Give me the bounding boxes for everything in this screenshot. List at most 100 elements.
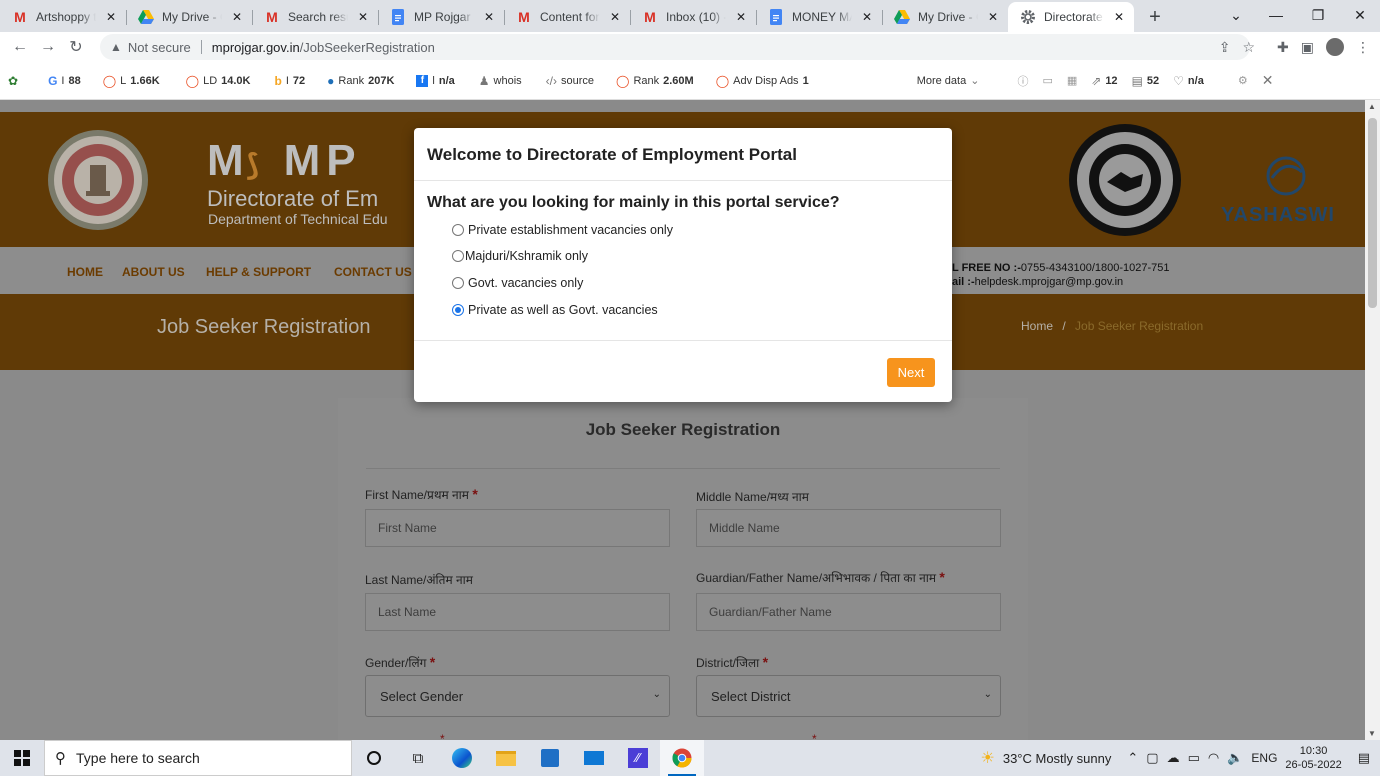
- pen-app-icon[interactable]: ⁄⁄: [616, 740, 660, 776]
- ex-item-external-links[interactable]: ⇗ 12: [1091, 74, 1117, 88]
- middle-name-input[interactable]: Middle Name: [696, 509, 1001, 547]
- scroll-down-arrow-icon[interactable]: ▼: [1368, 729, 1376, 738]
- more-data-dropdown[interactable]: More data ⌄: [917, 74, 980, 88]
- close-icon[interactable]: ✕: [1112, 10, 1126, 24]
- ex-item-google-index[interactable]: G I 88: [48, 74, 81, 88]
- browser-tab-0[interactable]: M Artshoppy top ✕: [0, 2, 126, 32]
- nav-about-us[interactable]: ABOUT US: [122, 265, 185, 279]
- browser-tab-4[interactable]: M Content for H ✕: [504, 2, 630, 32]
- forward-arrow-icon[interactable]: →: [34, 33, 62, 61]
- radio-button-selected[interactable]: [452, 304, 464, 316]
- seo-extension-logo-icon[interactable]: ✿: [8, 74, 18, 88]
- browser-tab-5[interactable]: M Inbox (10) - cc ✕: [630, 2, 756, 32]
- mail-icon[interactable]: [572, 740, 616, 776]
- battery-icon[interactable]: ▭: [1188, 750, 1200, 766]
- close-icon[interactable]: ✕: [734, 10, 748, 24]
- notification-center-icon[interactable]: ▤: [1358, 750, 1370, 766]
- ex-item-facebook[interactable]: f l n/a: [416, 74, 455, 87]
- task-view-icon[interactable]: ⧉: [396, 740, 440, 776]
- browser-tab-1[interactable]: My Drive - Go ✕: [126, 2, 252, 32]
- ex-item-source[interactable]: ‹/› source: [546, 74, 594, 88]
- helpdesk-email[interactable]: helpdesk.mprojgar@mp.gov.in: [975, 276, 1124, 288]
- option-private-only[interactable]: Private establishment vacancies only: [452, 223, 673, 237]
- close-icon[interactable]: ✕: [860, 10, 874, 24]
- browser-tab-7[interactable]: My Drive - Go ✕: [882, 2, 1008, 32]
- tab-search-chevron-icon[interactable]: ⌄: [1216, 0, 1256, 30]
- taskbar-search-input[interactable]: ⚲ Type here to search: [44, 740, 352, 776]
- window-close-icon[interactable]: ✕: [1340, 0, 1380, 30]
- close-icon[interactable]: ✕: [356, 10, 370, 24]
- ex-label: l: [432, 74, 435, 87]
- weather-text[interactable]: 33°C Mostly sunny: [1003, 751, 1112, 766]
- ex-item-whois[interactable]: ♟ whois: [479, 74, 522, 88]
- security-label[interactable]: Not secure: [128, 40, 191, 55]
- guardian-name-input[interactable]: Guardian/Father Name: [696, 593, 1001, 631]
- info-icon[interactable]: ⓘ: [1017, 73, 1028, 89]
- profile-avatar-icon[interactable]: [1326, 38, 1344, 56]
- browser-tab-6[interactable]: MONEY MATT ✕: [756, 2, 882, 32]
- url-input[interactable]: ▲ Not secure mprojgar.gov.in/JobSeekerRe…: [100, 34, 1250, 60]
- side-panel-icon[interactable]: ▣: [1301, 39, 1314, 56]
- browser-tab-2[interactable]: M Search results ✕: [252, 2, 378, 32]
- close-toolbar-icon[interactable]: ✕: [1262, 72, 1274, 89]
- close-icon[interactable]: ✕: [608, 10, 622, 24]
- volume-icon[interactable]: 🔈: [1227, 750, 1243, 766]
- onedrive-cloud-icon[interactable]: ☁: [1167, 750, 1180, 766]
- ex-item-semrush-rank[interactable]: ◯ Rank 2.60M: [616, 74, 694, 88]
- page-scrollbar[interactable]: ▲ ▼: [1365, 100, 1380, 740]
- browser-menu-icon[interactable]: ⋮: [1356, 39, 1370, 56]
- microsoft-store-icon[interactable]: [528, 740, 572, 776]
- scroll-up-arrow-icon[interactable]: ▲: [1368, 102, 1376, 111]
- reload-icon[interactable]: ↻: [62, 33, 90, 61]
- nav-home[interactable]: HOME: [67, 265, 103, 279]
- radio-button[interactable]: [452, 277, 464, 289]
- option-private-and-govt[interactable]: Private as well as Govt. vacancies: [452, 303, 658, 317]
- last-name-input[interactable]: Last Name: [365, 593, 670, 631]
- scrollbar-thumb[interactable]: [1368, 118, 1377, 308]
- radio-button[interactable]: [452, 250, 464, 262]
- density-icon[interactable]: ▦: [1067, 74, 1077, 87]
- close-icon[interactable]: ✕: [104, 10, 118, 24]
- input-language[interactable]: ENG: [1251, 751, 1277, 765]
- cortana-icon[interactable]: [352, 740, 396, 776]
- close-icon[interactable]: ✕: [986, 10, 1000, 24]
- nav-help-support[interactable]: HELP & SUPPORT: [206, 265, 311, 279]
- clock[interactable]: 10:30 26-05-2022: [1285, 744, 1341, 772]
- ex-item-adv-disp-ads[interactable]: ◯ Adv Disp Ads 1: [716, 74, 809, 88]
- first-name-input[interactable]: First Name: [365, 509, 670, 547]
- restore-icon[interactable]: ❐: [1298, 0, 1338, 30]
- nav-contact-us[interactable]: CONTACT US: [334, 265, 412, 279]
- browser-tab-8[interactable]: Directorate of ✕: [1008, 2, 1134, 32]
- gender-select[interactable]: Select Gender ⌄: [365, 675, 670, 717]
- monitor-icon[interactable]: ▭: [1042, 74, 1052, 87]
- close-icon[interactable]: ✕: [230, 10, 244, 24]
- file-explorer-icon[interactable]: [484, 740, 528, 776]
- breadcrumb-home[interactable]: Home: [1021, 319, 1053, 333]
- ex-item-rating[interactable]: ♡ n/a: [1173, 74, 1204, 88]
- back-arrow-icon[interactable]: ←: [6, 33, 34, 61]
- option-majduri-kshramik[interactable]: Majduri/Kshramik only: [452, 249, 588, 263]
- show-hidden-icons-chevron-icon[interactable]: ⌃: [1127, 750, 1138, 766]
- ex-item-pages[interactable]: ▤ 52: [1132, 74, 1160, 88]
- edge-browser-icon[interactable]: [440, 740, 484, 776]
- district-select[interactable]: Select District ⌄: [696, 675, 1001, 717]
- close-icon[interactable]: ✕: [482, 10, 496, 24]
- option-govt-only[interactable]: Govt. vacancies only: [452, 276, 583, 290]
- bookmark-star-icon[interactable]: ☆: [1242, 39, 1255, 56]
- new-tab-button[interactable]: +: [1140, 2, 1170, 32]
- extensions-puzzle-icon[interactable]: ✚: [1277, 39, 1289, 56]
- share-icon[interactable]: ⇪: [1219, 39, 1231, 56]
- chrome-browser-icon[interactable]: [660, 740, 704, 776]
- ex-item-alexa-rank[interactable]: ● Rank 207K: [327, 74, 394, 88]
- browser-tab-3[interactable]: MP Rojgar Par ✕: [378, 2, 504, 32]
- next-button[interactable]: Next: [887, 358, 935, 387]
- ex-item-linking-domains[interactable]: ◯ LD 14.0K: [186, 74, 251, 88]
- wifi-icon[interactable]: ◠: [1208, 750, 1219, 766]
- minimize-icon[interactable]: —: [1256, 0, 1296, 30]
- windows-start-icon[interactable]: [0, 740, 44, 776]
- ex-item-bing-index[interactable]: b I 72: [275, 74, 306, 88]
- ex-item-links[interactable]: ◯ L 1.66K: [103, 74, 160, 88]
- settings-gear-icon[interactable]: ⚙: [1238, 74, 1248, 87]
- meet-now-icon[interactable]: ▢: [1146, 750, 1158, 766]
- radio-button[interactable]: [452, 224, 464, 236]
